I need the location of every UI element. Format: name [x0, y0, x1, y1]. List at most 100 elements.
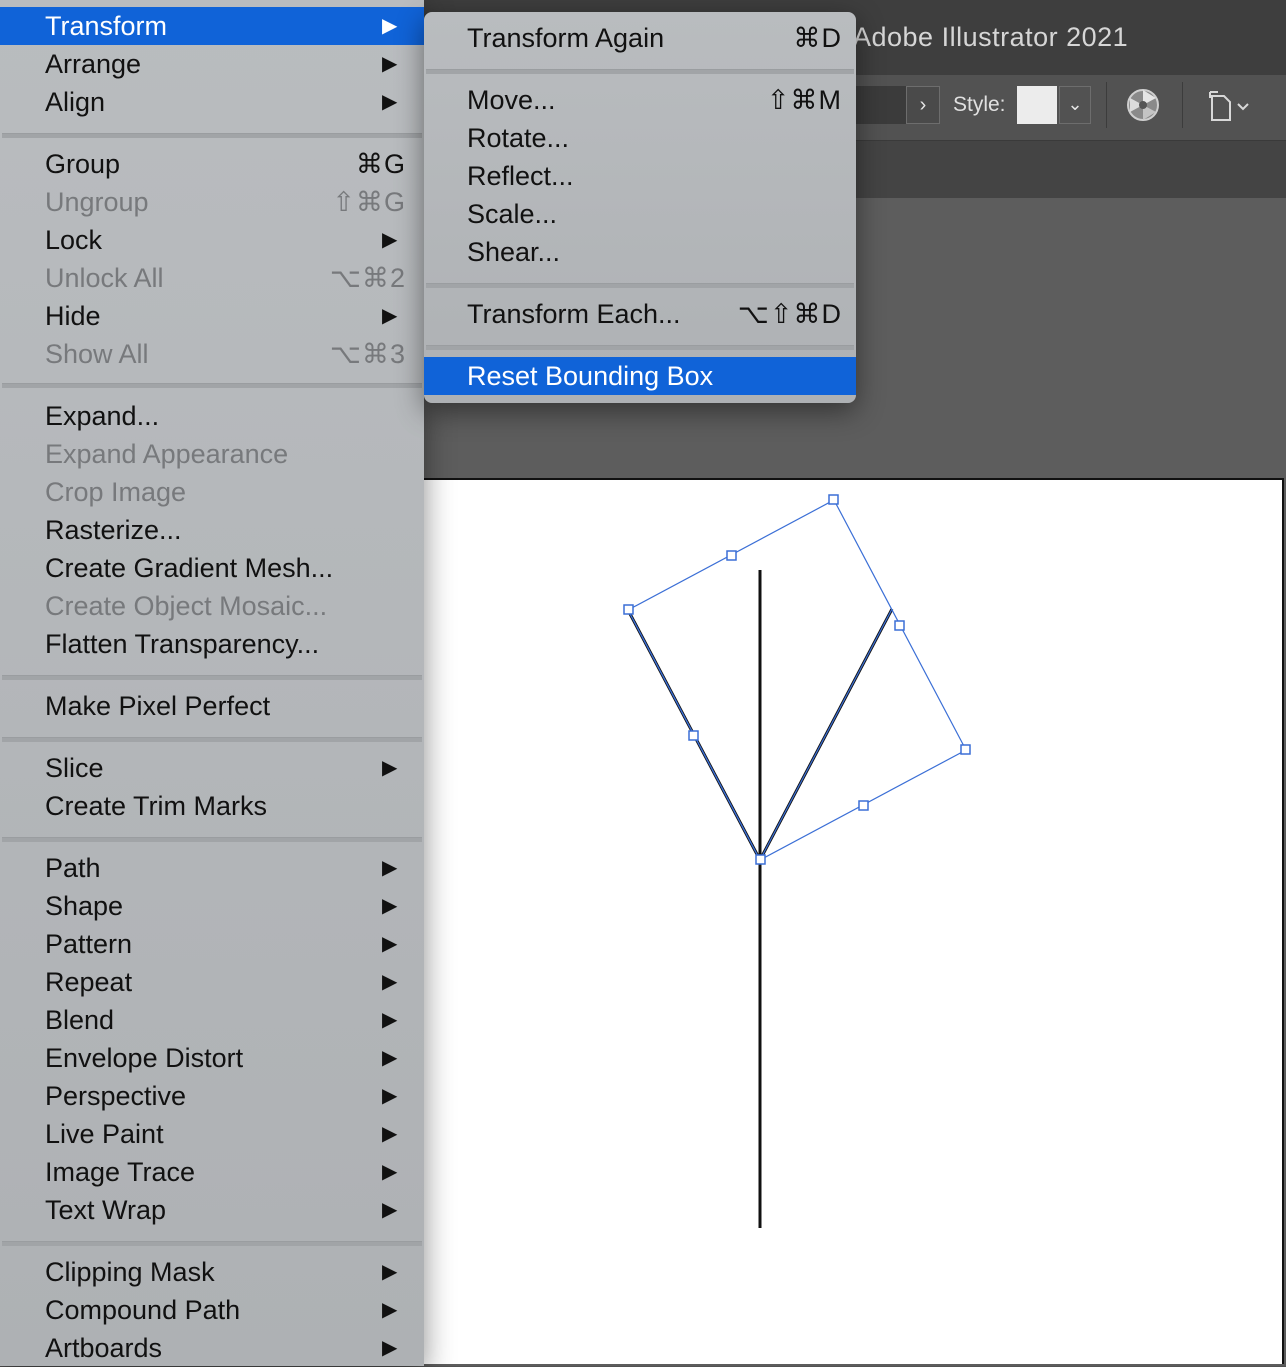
menu-item-label: Transform Each...: [467, 299, 681, 329]
submenu-arrow-icon: ▶: [382, 895, 398, 917]
menu-item-expand-appearance[interactable]: Expand Appearance: [0, 435, 424, 473]
menu-item-label: Hide: [45, 301, 101, 331]
submenu-item-reflect[interactable]: Reflect...: [424, 157, 856, 195]
chevron-down-icon[interactable]: ⌄: [1059, 86, 1091, 124]
menu-item-text-wrap[interactable]: Text Wrap ▶: [0, 1191, 424, 1229]
menu-separator: [2, 383, 422, 388]
menu-item-label: Make Pixel Perfect: [45, 691, 271, 721]
chevron-right-icon[interactable]: ›: [906, 86, 940, 124]
bounding-box-handle[interactable]: [828, 494, 839, 505]
bounding-box-handle[interactable]: [688, 730, 699, 741]
submenu-arrow-icon: ▶: [382, 229, 398, 251]
menu-item-label: Create Gradient Mesh...: [45, 553, 334, 583]
menu-item-label: Text Wrap: [45, 1195, 167, 1225]
menu-item-label: Live Paint: [45, 1119, 164, 1149]
menu-item-create-trim-marks[interactable]: Create Trim Marks: [0, 787, 424, 825]
menu-item-repeat[interactable]: Repeat ▶: [0, 963, 424, 1001]
menu-item-label: Rotate...: [467, 123, 570, 153]
toolbar-divider: [1106, 82, 1107, 128]
menu-item-show-all[interactable]: Show All ⌥⌘3: [0, 335, 424, 373]
menu-item-shortcut: ⌘D: [793, 23, 842, 53]
menu-separator: [426, 283, 854, 288]
menu-item-label: Scale...: [467, 199, 558, 229]
menu-item-unlock-all[interactable]: Unlock All ⌥⌘2: [0, 259, 424, 297]
menu-item-align[interactable]: Align ▶: [0, 83, 424, 121]
menu-item-label: Shape: [45, 891, 124, 921]
control-value-field[interactable]: [856, 86, 906, 124]
menu-item-slice[interactable]: Slice ▶: [0, 749, 424, 787]
bounding-box-handle[interactable]: [623, 604, 634, 615]
menu-item-lock[interactable]: Lock ▶: [0, 221, 424, 259]
menu-separator: [426, 69, 854, 74]
menu-item-live-paint[interactable]: Live Paint ▶: [0, 1115, 424, 1153]
menu-item-label: Unlock All: [45, 263, 164, 293]
menu-item-clipping-mask[interactable]: Clipping Mask ▶: [0, 1253, 424, 1291]
menu-item-rasterize[interactable]: Rasterize...: [0, 511, 424, 549]
object-menu: Transform ▶ Arrange ▶ Align ▶ Group ⌘G Ungroup ⇧⌘…: [0, 0, 424, 1366]
menu-item-arrange[interactable]: Arrange ▶: [0, 45, 424, 83]
artboard[interactable]: [424, 478, 1284, 1364]
menu-item-label: Path: [45, 853, 101, 883]
menu-item-group[interactable]: Group ⌘G: [0, 145, 424, 183]
menu-item-perspective[interactable]: Perspective ▶: [0, 1077, 424, 1115]
submenu-arrow-icon: ▶: [382, 1047, 398, 1069]
menu-separator: [2, 1241, 422, 1246]
menu-item-label: Transform: [45, 11, 168, 41]
menu-item-transform[interactable]: Transform ▶: [0, 7, 424, 45]
menu-item-compound-path[interactable]: Compound Path ▶: [0, 1291, 424, 1329]
menu-item-artboards[interactable]: Artboards ▶: [0, 1329, 424, 1367]
menu-item-blend[interactable]: Blend ▶: [0, 1001, 424, 1039]
menu-item-label: Expand...: [45, 401, 160, 431]
menu-item-label: Ungroup: [45, 187, 149, 217]
menu-item-label: Perspective: [45, 1081, 187, 1111]
bounding-box-handle[interactable]: [858, 800, 869, 811]
menu-item-label: Repeat: [45, 967, 133, 997]
menu-item-label: Rasterize...: [45, 515, 182, 545]
toolbar-divider: [1182, 82, 1183, 128]
submenu-item-rotate[interactable]: Rotate...: [424, 119, 856, 157]
submenu-arrow-icon: ▶: [382, 971, 398, 993]
bounding-box-handle[interactable]: [960, 744, 971, 755]
menu-item-crop-image[interactable]: Crop Image: [0, 473, 424, 511]
menu-item-label: Slice: [45, 753, 104, 783]
menu-item-label: Image Trace: [45, 1157, 196, 1187]
menu-item-create-object-mosaic[interactable]: Create Object Mosaic...: [0, 587, 424, 625]
menu-item-pattern[interactable]: Pattern ▶: [0, 925, 424, 963]
submenu-item-move[interactable]: Move... ⇧⌘M: [424, 81, 856, 119]
menu-item-label: Reset Bounding Box: [467, 361, 714, 391]
submenu-item-transform-each[interactable]: Transform Each... ⌥⇧⌘D: [424, 295, 856, 333]
submenu-item-scale[interactable]: Scale...: [424, 195, 856, 233]
menu-item-shape[interactable]: Shape ▶: [0, 887, 424, 925]
menu-item-label: Show All: [45, 339, 149, 369]
submenu-arrow-icon: ▶: [382, 1337, 398, 1359]
document-setup-icon[interactable]: [1206, 88, 1256, 122]
menu-item-make-pixel-perfect[interactable]: Make Pixel Perfect: [0, 687, 424, 725]
menu-separator: [2, 837, 422, 842]
menu-item-envelope-distort[interactable]: Envelope Distort ▶: [0, 1039, 424, 1077]
menu-item-shortcut: ⌥⇧⌘D: [737, 299, 842, 329]
menu-item-expand[interactable]: Expand...: [0, 397, 424, 435]
submenu-arrow-icon: ▶: [382, 91, 398, 113]
bounding-box-handle[interactable]: [726, 550, 737, 561]
menu-item-hide[interactable]: Hide ▶: [0, 297, 424, 335]
menu-item-path[interactable]: Path ▶: [0, 849, 424, 887]
menu-item-flatten-transparency[interactable]: Flatten Transparency...: [0, 625, 424, 663]
menu-item-label: Pattern: [45, 929, 133, 959]
menu-item-label: Create Object Mosaic...: [45, 591, 328, 621]
menu-item-label: Shear...: [467, 237, 561, 267]
transform-submenu: Transform Again ⌘D Move... ⇧⌘M Rotate... Refl…: [424, 12, 856, 403]
app-title: Adobe Illustrator 2021: [853, 22, 1129, 52]
menu-item-label: Flatten Transparency...: [45, 629, 320, 659]
submenu-item-transform-again[interactable]: Transform Again ⌘D: [424, 19, 856, 57]
menu-item-label: Transform Again: [467, 23, 665, 53]
menu-item-image-trace[interactable]: Image Trace ▶: [0, 1153, 424, 1191]
bounding-box-handle[interactable]: [894, 620, 905, 631]
submenu-item-reset-bounding-box[interactable]: Reset Bounding Box: [424, 357, 856, 395]
style-swatch[interactable]: [1017, 86, 1057, 124]
menu-item-label: Lock: [45, 225, 103, 255]
menu-item-create-gradient-mesh[interactable]: Create Gradient Mesh...: [0, 549, 424, 587]
menu-item-ungroup[interactable]: Ungroup ⇧⌘G: [0, 183, 424, 221]
recolor-artwork-icon[interactable]: [1126, 88, 1160, 122]
bounding-box-handle[interactable]: [755, 854, 766, 865]
submenu-item-shear[interactable]: Shear...: [424, 233, 856, 271]
